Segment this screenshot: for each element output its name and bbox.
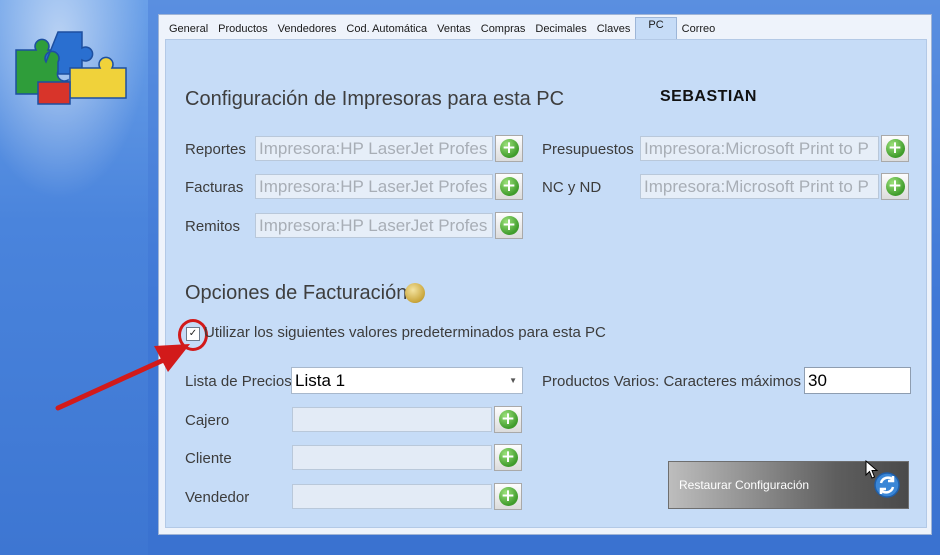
- cajero-add-button[interactable]: +: [494, 406, 522, 433]
- use-defaults-label: Utilizar los siguientes valores predeter…: [204, 324, 606, 341]
- remitos-printer-field[interactable]: Impresora:HP LaserJet Profes: [255, 213, 493, 238]
- nc-nd-add-button[interactable]: +: [881, 173, 909, 200]
- cliente-label: Cliente: [185, 450, 232, 467]
- max-chars-label: Productos Varios: Caracteres máximos: [542, 373, 801, 390]
- cliente-field[interactable]: [292, 445, 492, 470]
- billing-section-title: Opciones de Facturación: [185, 282, 408, 304]
- tab-correo[interactable]: Correo: [677, 19, 721, 39]
- tab-productos[interactable]: Productos: [213, 19, 273, 39]
- price-list-value: Lista 1: [295, 371, 346, 390]
- presupuestos-label: Presupuestos: [542, 141, 634, 158]
- tab-bar: General Productos Vendedores Cod. Automá…: [164, 17, 721, 40]
- presupuestos-add-button[interactable]: +: [881, 135, 909, 162]
- reportes-label: Reportes: [185, 141, 246, 158]
- pc-name-label: SEBASTIAN: [660, 88, 757, 105]
- desktop-sidebar: [0, 0, 148, 555]
- green-plus-icon: +: [499, 177, 519, 196]
- tab-compras[interactable]: Compras: [476, 19, 531, 39]
- green-plus-icon: +: [499, 216, 519, 235]
- cliente-add-button[interactable]: +: [494, 444, 522, 471]
- pc-settings-panel: Configuración de Impresoras para esta PC…: [165, 39, 927, 528]
- tab-ventas[interactable]: Ventas: [432, 19, 476, 39]
- remitos-add-button[interactable]: +: [495, 212, 523, 239]
- tab-decimales[interactable]: Decimales: [530, 19, 591, 39]
- price-list-select[interactable]: Lista 1 ▼: [291, 367, 523, 394]
- tab-claves[interactable]: Claves: [592, 19, 636, 39]
- green-plus-icon: +: [498, 410, 518, 429]
- printers-section-title: Configuración de Impresoras para esta PC: [185, 88, 565, 110]
- green-plus-icon: +: [499, 139, 519, 158]
- vendedor-field[interactable]: [292, 484, 492, 509]
- presupuestos-printer-field[interactable]: Impresora:Microsoft Print to P: [640, 136, 879, 161]
- nc-nd-label: NC y ND: [542, 179, 602, 196]
- reportes-printer-field[interactable]: Impresora:HP LaserJet Profes: [255, 136, 493, 161]
- facturas-printer-field[interactable]: Impresora:HP LaserJet Profes: [255, 174, 493, 199]
- facturas-label: Facturas: [185, 179, 244, 196]
- annotation-arrow: [55, 344, 190, 411]
- green-plus-icon: +: [498, 487, 518, 506]
- puzzle-pieces-icon: [15, 31, 127, 105]
- green-plus-icon: +: [885, 139, 905, 158]
- max-chars-input[interactable]: 30: [804, 367, 911, 394]
- cajero-field[interactable]: [292, 407, 492, 432]
- green-plus-icon: +: [885, 177, 905, 196]
- green-plus-icon: +: [498, 448, 518, 467]
- tab-vendedores[interactable]: Vendedores: [273, 19, 342, 39]
- settings-window: General Productos Vendedores Cod. Automá…: [158, 14, 932, 535]
- vendedor-label: Vendedor: [185, 489, 250, 506]
- vendedor-add-button[interactable]: +: [494, 483, 522, 510]
- reportes-add-button[interactable]: +: [495, 135, 523, 162]
- coin-icon: [405, 283, 425, 303]
- chevron-down-icon: ▼: [509, 376, 517, 385]
- tab-cod-automatica[interactable]: Cod. Automática: [341, 19, 432, 39]
- tab-general[interactable]: General: [164, 19, 213, 39]
- nc-nd-printer-field[interactable]: Impresora:Microsoft Print to P: [640, 174, 879, 199]
- remitos-label: Remitos: [185, 218, 241, 235]
- restore-config-label: Restaurar Configuración: [679, 478, 810, 492]
- tab-pc[interactable]: PC: [635, 17, 677, 40]
- mouse-pointer-icon: [865, 460, 879, 479]
- facturas-add-button[interactable]: +: [495, 173, 523, 200]
